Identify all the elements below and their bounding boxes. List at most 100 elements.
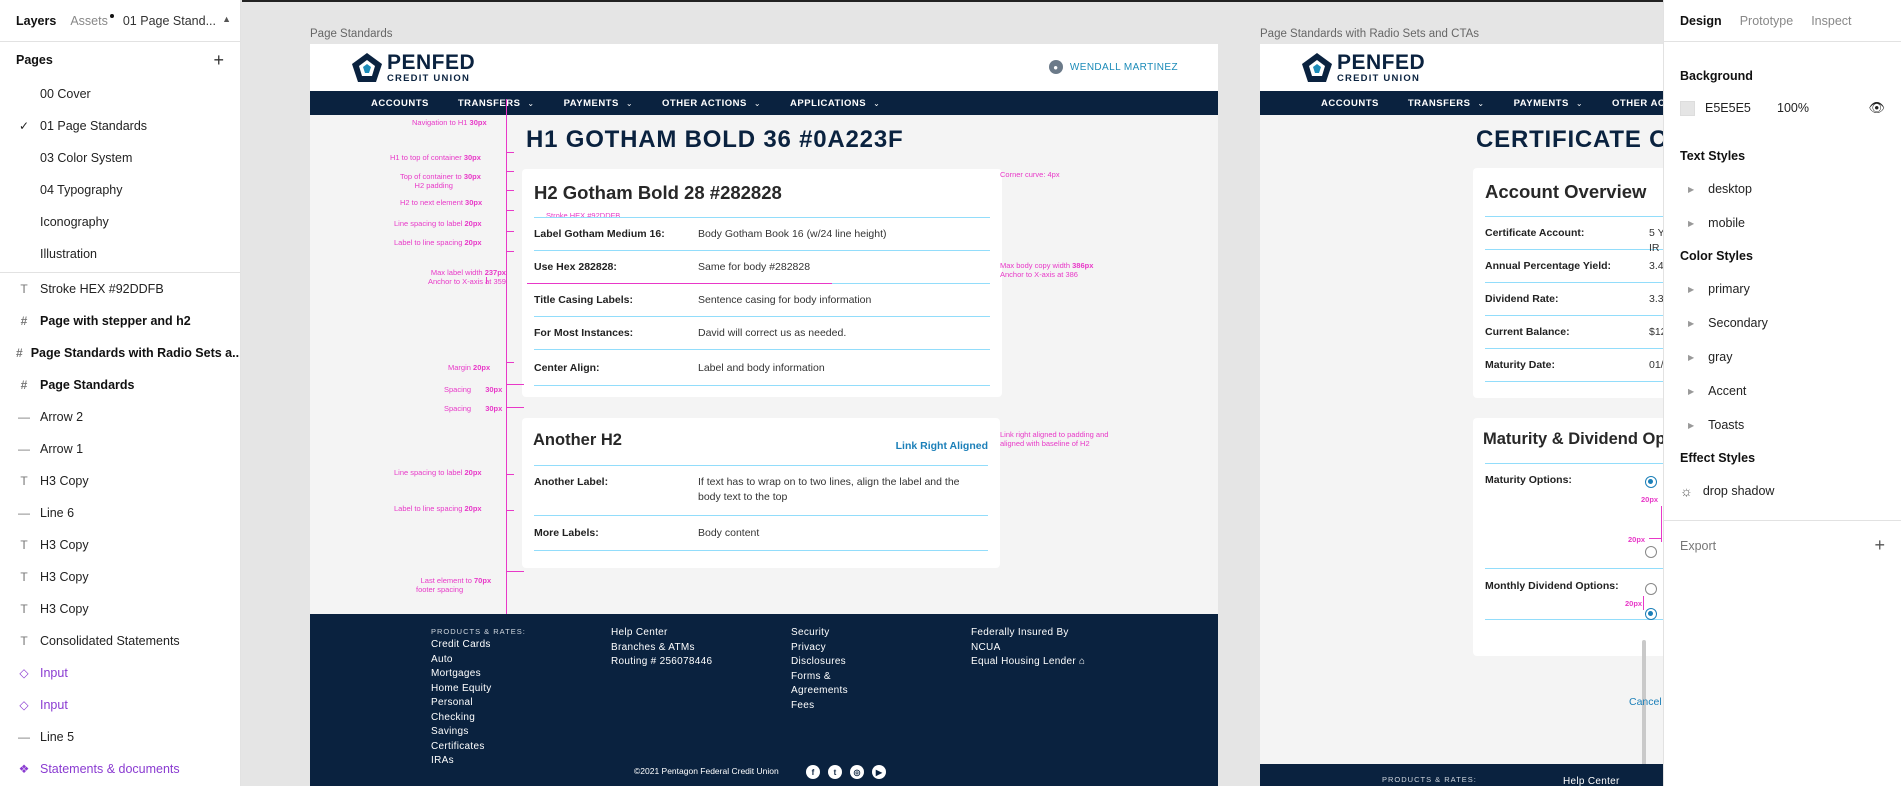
text-style-item[interactable]: ▶ mobile <box>1664 206 1901 240</box>
nav-item[interactable]: ACCOUNTS <box>371 98 429 109</box>
text-style-item[interactable]: ▶ desktop <box>1664 172 1901 206</box>
row-label: Title Casing Labels: <box>534 294 633 306</box>
footer-link[interactable]: Branches & ATMs <box>611 641 712 656</box>
footer-link[interactable]: Certificates <box>431 740 526 755</box>
chevron-up-icon[interactable]: ▲ <box>222 14 231 24</box>
page-item[interactable]: 03 Color System <box>0 142 240 174</box>
page-item[interactable]: 00 Cover <box>0 78 240 110</box>
layer-row[interactable]: ❖ Statements & documents <box>0 753 240 785</box>
nav-item[interactable]: ACCOUNTS <box>1321 98 1379 109</box>
user-menu[interactable]: ● WENDALL MARTINEZ <box>1048 60 1178 74</box>
right-panel-tabs: Design Prototype Inspect <box>1664 0 1901 42</box>
footer-link[interactable]: Fees <box>791 699 848 714</box>
layer-row[interactable]: T H3 Copy <box>0 529 240 561</box>
footer-link[interactable]: Routing # 256078446 <box>611 655 712 670</box>
background-row[interactable]: E5E5E5 100% 👁 <box>1664 92 1901 124</box>
page-item[interactable]: ✓ 01 Page Standards <box>0 110 240 142</box>
tab-assets[interactable]: Assets <box>70 13 114 28</box>
nav-item[interactable]: OTHER ACTIO⌄ <box>1612 98 1663 109</box>
line-icon: — <box>18 442 30 456</box>
nav-item[interactable]: PAYMENTS ⌄ <box>1514 98 1583 109</box>
layer-row[interactable]: — Line 6 <box>0 497 240 529</box>
footer-link[interactable]: Security <box>791 626 848 641</box>
eye-icon[interactable]: 👁 <box>1868 100 1885 116</box>
design-canvas[interactable]: Page Standards Page Standards with Radio… <box>242 0 1663 786</box>
facebook-icon[interactable]: f <box>806 765 820 779</box>
nav-item[interactable]: APPLICATIONS ⌄ <box>790 98 880 109</box>
page-item[interactable]: 04 Typography <box>0 174 240 206</box>
frame-page-standards[interactable]: PENFED CREDIT UNION ● WENDALL MARTINEZ A… <box>310 44 1218 786</box>
footer-link[interactable]: Auto <box>431 653 526 668</box>
layer-row[interactable]: T H3 Copy <box>0 593 240 625</box>
nav-label: OTHER ACTIO <box>1612 97 1663 109</box>
layer-row[interactable]: ◇ Input <box>0 657 240 689</box>
frame-label-radio-sets[interactable]: Page Standards with Radio Sets and CTAs <box>1260 28 1479 40</box>
layer-row[interactable]: # Page Standards with Radio Sets a... <box>0 337 240 369</box>
radio-dividend-2[interactable] <box>1645 608 1657 620</box>
layer-row[interactable]: — Arrow 2 <box>0 401 240 433</box>
footer-link[interactable]: Help Center <box>1563 776 1620 786</box>
cancel-link[interactable]: Cancel <box>1629 696 1662 708</box>
footer-link[interactable]: Checking <box>431 711 526 726</box>
footer-link[interactable]: Credit Cards <box>431 638 526 653</box>
spacing-guide-line <box>506 99 507 619</box>
radio-maturity-2[interactable] <box>1645 546 1657 558</box>
radio-dividend-1[interactable] <box>1645 583 1657 595</box>
page-switcher[interactable]: 01 Page Stand... <box>123 14 216 28</box>
footer-link[interactable]: Home Equity <box>431 682 526 697</box>
layer-row[interactable]: — Arrow 1 <box>0 433 240 465</box>
footer-link[interactable]: Forms & <box>791 670 848 685</box>
layer-row[interactable]: T H3 Copy <box>0 465 240 497</box>
site-header: PENFED CREDIT UNION ● WENDALL MARTINEZ <box>310 44 1218 91</box>
footer-link[interactable]: Help Center <box>611 626 712 641</box>
nav-item[interactable]: PAYMENTS ⌄ <box>564 98 633 109</box>
add-page-icon[interactable]: + <box>213 50 224 71</box>
spacing-tick <box>506 474 514 475</box>
layer-row[interactable]: T Consolidated Statements <box>0 625 240 657</box>
layer-row[interactable]: # Page Standards <box>0 369 240 401</box>
add-export-icon[interactable]: + <box>1874 535 1885 556</box>
page-item[interactable]: Iconography <box>0 206 240 238</box>
annotation-line-label-2: Line spacing to label 20px <box>394 468 482 477</box>
nav-item[interactable]: TRANSFERS ⌄ <box>1408 98 1485 109</box>
layer-row[interactable]: # Page with stepper and h2 <box>0 305 240 337</box>
page-item[interactable]: Illustration <box>0 238 240 270</box>
background-hex[interactable]: E5E5E5 <box>1705 101 1777 115</box>
footer-link[interactable]: Savings <box>431 725 526 740</box>
layer-row[interactable]: T Stroke HEX #92DDFB <box>0 273 240 305</box>
footer-link[interactable]: Mortgages <box>431 667 526 682</box>
tab-layers[interactable]: Layers <box>16 14 56 28</box>
footer-link[interactable]: IRAs <box>431 754 526 769</box>
radio-maturity-1[interactable] <box>1645 476 1657 488</box>
color-style-item[interactable]: ▶ Secondary <box>1664 306 1901 340</box>
layer-row[interactable]: ◇ Input <box>0 689 240 721</box>
frame-label-page-standards[interactable]: Page Standards <box>310 28 392 40</box>
tab-prototype[interactable]: Prototype <box>1740 14 1794 28</box>
link-right-aligned[interactable]: Link Right Aligned <box>896 440 988 452</box>
twitter-icon[interactable]: t <box>828 765 842 779</box>
color-style-item[interactable]: ▶ primary <box>1664 272 1901 306</box>
color-style-item[interactable]: ▶ Accent <box>1664 374 1901 408</box>
color-style-item[interactable]: ▶ gray <box>1664 340 1901 374</box>
background-swatch[interactable] <box>1680 100 1695 116</box>
style-label: desktop <box>1708 182 1752 196</box>
background-opacity[interactable]: 100% <box>1777 101 1809 115</box>
page-h1-2: CERTIFICATE OPT <box>1476 126 1663 153</box>
footer-link[interactable]: Personal <box>431 696 526 711</box>
instagram-icon[interactable]: ◎ <box>850 765 864 779</box>
nav-item[interactable]: TRANSFERS ⌄ <box>458 98 535 109</box>
effect-style-drop-shadow[interactable]: ☼ drop shadow <box>1664 474 1901 508</box>
layer-row[interactable]: T H3 Copy <box>0 561 240 593</box>
tab-design[interactable]: Design <box>1680 14 1722 28</box>
layer-row[interactable]: — Line 5 <box>0 721 240 753</box>
footer-link[interactable]: Agreements <box>791 684 848 699</box>
design-panel: Design Prototype Inspect Background E5E5… <box>1663 0 1901 786</box>
annotation-value: 70px <box>474 576 492 585</box>
youtube-icon[interactable]: ▶ <box>872 765 886 779</box>
footer-link[interactable]: Privacy <box>791 641 848 656</box>
color-style-item[interactable]: ▶ Toasts <box>1664 408 1901 442</box>
footer-link[interactable]: Disclosures <box>791 655 848 670</box>
frame-radio-sets[interactable]: PENFED CREDIT UNION ACCOUNTS TRANSFERS ⌄ PA… <box>1260 44 1663 786</box>
nav-item[interactable]: OTHER ACTIONS ⌄ <box>662 98 761 109</box>
tab-inspect[interactable]: Inspect <box>1811 14 1851 28</box>
